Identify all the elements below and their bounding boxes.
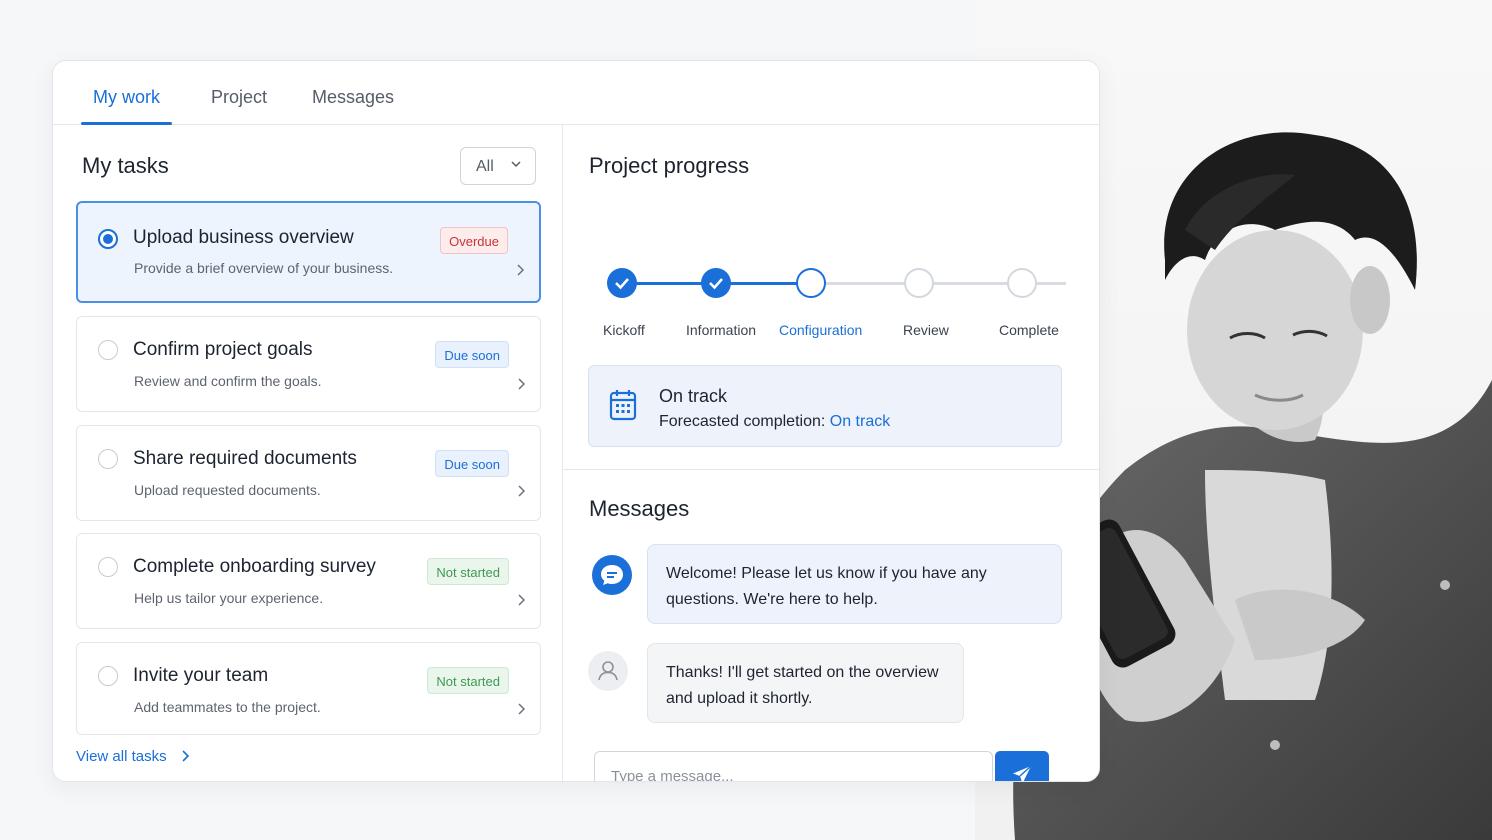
chevron-right-icon [517, 264, 525, 276]
task-item[interactable]: Confirm project goals Review and confirm… [76, 316, 541, 412]
step-label: Review [903, 322, 949, 338]
status-badge: Due soon [435, 450, 509, 477]
filter-value: All [476, 158, 494, 175]
status-badge: Not started [427, 558, 509, 585]
task-subtitle: Help us tailor your experience. [134, 590, 324, 606]
step-configuration-node [796, 268, 826, 298]
tasks-title: My tasks [82, 153, 169, 178]
section-divider [563, 469, 1099, 470]
progress-stepper: Kickoff Information Configuration Review… [563, 125, 1099, 338]
project-panel: Project progress Kickoff Information Con… [563, 125, 1099, 781]
task-radio[interactable] [98, 557, 118, 577]
forecast-value: On track [829, 413, 891, 430]
step-information-node [701, 268, 731, 298]
tab-my-work[interactable]: My work [81, 87, 172, 125]
check-icon [615, 278, 629, 290]
message-input[interactable] [594, 751, 993, 781]
messages-title: Messages [589, 496, 690, 521]
tab-messages[interactable]: Messages [312, 87, 394, 125]
task-radio[interactable] [98, 666, 118, 686]
task-title: Confirm project goals [133, 339, 313, 360]
task-subtitle: Add teammates to the project. [134, 699, 321, 715]
step-kickoff-node [607, 268, 637, 298]
user-avatar [588, 651, 628, 691]
user-message-bubble: Thanks! I'll get started on the overview… [647, 643, 964, 723]
status-badge: Not started [427, 667, 509, 694]
check-icon [709, 278, 723, 290]
task-item[interactable]: Upload business overview Provide a brief… [76, 201, 541, 303]
status-badge: Overdue [440, 227, 508, 254]
chevron-right-icon [518, 485, 526, 497]
status-badge: Due soon [435, 341, 509, 368]
task-title: Share required documents [133, 448, 357, 469]
forecast-label: Forecasted completion: [659, 413, 826, 430]
view-all-tasks-link[interactable]: View all tasks [76, 748, 191, 765]
tab-project[interactable]: Project [211, 87, 267, 125]
bot-message-bubble: Welcome! Please let us know if you have … [647, 544, 1062, 624]
task-radio[interactable] [98, 229, 118, 249]
user-icon [598, 661, 618, 681]
step-label: Kickoff [603, 322, 645, 338]
task-subtitle: Upload requested documents. [134, 482, 321, 498]
step-label: Information [686, 322, 757, 338]
task-title: Complete onboarding survey [133, 556, 376, 577]
task-title: Upload business overview [133, 227, 354, 248]
step-review-node [904, 268, 934, 298]
send-icon [1013, 764, 1032, 781]
step-label: Complete [999, 322, 1059, 338]
status-title: On track [659, 386, 728, 406]
chevron-right-icon [518, 594, 526, 606]
step-label: Configuration [779, 322, 863, 338]
chevron-down-icon [511, 161, 521, 168]
task-radio[interactable] [98, 340, 118, 360]
tasks-panel: My tasks All Upload business overview Pr… [53, 125, 562, 781]
task-item[interactable]: Share required documents Upload requeste… [76, 425, 541, 521]
task-subtitle: Review and confirm the goals. [134, 373, 322, 389]
chevron-right-icon [518, 703, 526, 715]
status-card: On track Forecasted completion: On track [588, 365, 1062, 447]
chat-bubble-icon [601, 565, 623, 585]
task-subtitle: Provide a brief overview of your busines… [134, 260, 394, 276]
task-title: Invite your team [133, 665, 269, 686]
task-filter-select[interactable]: All [460, 147, 536, 185]
view-all-label: View all tasks [76, 748, 167, 765]
app-window: My work Project Messages My tasks All Up… [52, 60, 1100, 782]
chevron-right-icon [182, 750, 189, 762]
forecast-line: Forecasted completion: On track [659, 413, 890, 431]
step-complete-node [1007, 268, 1037, 298]
send-button[interactable] [995, 751, 1049, 781]
task-item[interactable]: Complete onboarding survey Help us tailo… [76, 533, 541, 629]
task-item[interactable]: Invite your team Add teammates to the pr… [76, 642, 541, 735]
bot-avatar [592, 555, 632, 595]
chevron-right-icon [518, 378, 526, 390]
task-radio[interactable] [98, 449, 118, 469]
tab-bar: My work Project Messages [53, 61, 1099, 125]
calendar-icon [609, 390, 637, 421]
